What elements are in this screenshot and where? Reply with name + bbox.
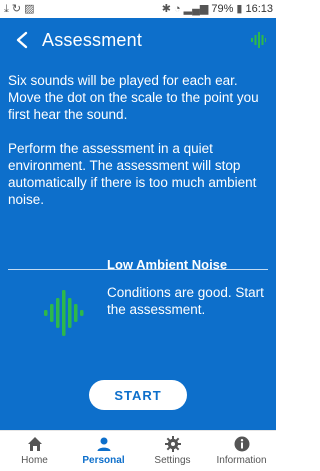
back-button[interactable] (4, 18, 40, 62)
assessment-screen: Assessment Six sounds will be played for… (0, 18, 276, 430)
nav-label-settings: Settings (154, 455, 191, 466)
noise-status: Low Ambient Noise Conditions are good. S… (107, 257, 267, 318)
image-icon: ▨ (24, 2, 35, 15)
ambient-noise-level-icon (44, 290, 84, 336)
nav-label-personal: Personal (82, 455, 125, 466)
person-icon (97, 437, 110, 451)
bluetooth-icon: ✱ (161, 2, 171, 15)
nav-item-settings[interactable]: Settings (138, 431, 207, 471)
equalizer-status-icon (251, 32, 266, 48)
start-button[interactable]: START (89, 380, 187, 410)
clock: 16:13 (245, 3, 273, 15)
instructions: Six sounds will be played for each ear. … (8, 72, 272, 208)
download-icon: ⤓ (4, 2, 9, 15)
sync-icon: ↻ (11, 2, 22, 15)
nav-item-home[interactable]: Home (0, 431, 69, 471)
battery-icon: ▮ (236, 2, 243, 15)
back-arrow-icon (16, 31, 28, 49)
gear-icon (164, 436, 181, 452)
wifi-icon: ◔ (174, 2, 181, 15)
home-icon (27, 437, 42, 451)
nav-label-home: Home (21, 455, 48, 466)
nav-item-information[interactable]: Information (207, 431, 276, 471)
battery-percent: 79% (211, 3, 234, 15)
instructions-paragraph-2: Perform the assessment in a quiet enviro… (8, 141, 257, 207)
nav-item-personal[interactable]: Personal (69, 431, 138, 471)
page-title: Assessment (42, 29, 143, 50)
nav-label-information: Information (216, 455, 267, 466)
signal-icon: ▂▄▆ (183, 2, 209, 15)
info-icon (234, 436, 249, 452)
noise-status-title: Low Ambient Noise (107, 257, 228, 272)
app-bar: Assessment (0, 18, 276, 62)
noise-status-description: Conditions are good. Start the assessmen… (107, 285, 264, 317)
bottom-navigation: Home Personal Settings Information (0, 430, 276, 471)
status-bar: ⤓ ↻ ▨ ✱ ◔ ▂▄▆ 79% ▮ 16:13 (0, 0, 276, 18)
instructions-paragraph-1: Six sounds will be played for each ear. … (8, 73, 259, 122)
